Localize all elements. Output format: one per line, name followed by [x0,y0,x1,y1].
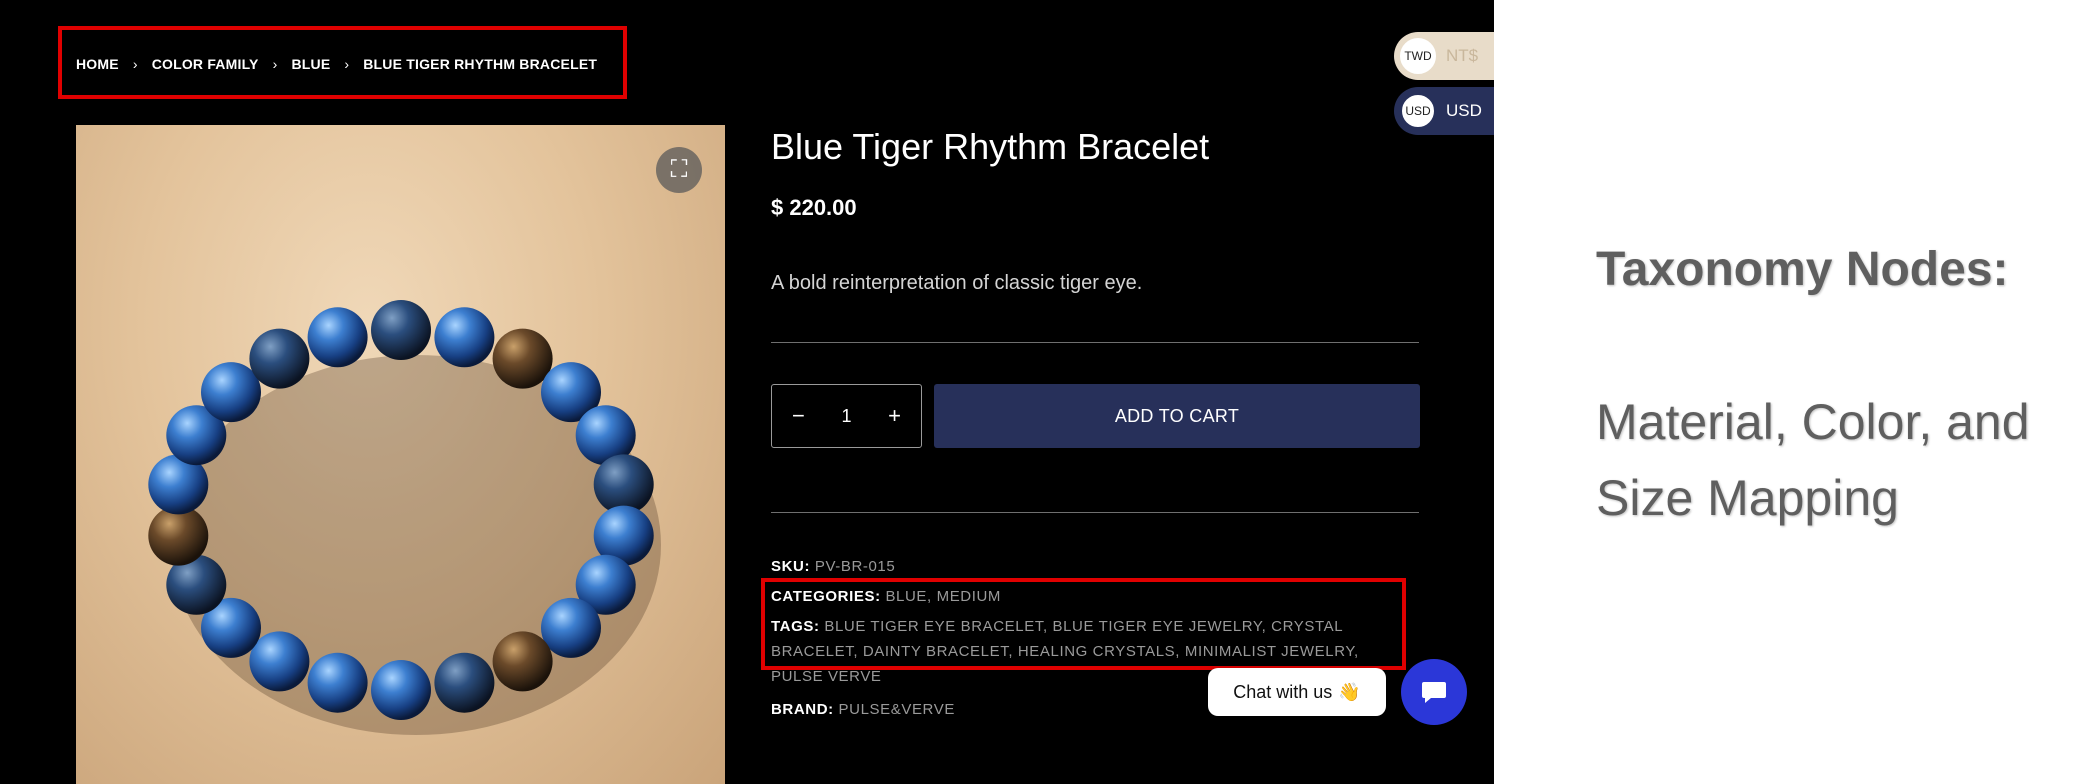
tag-link[interactable]: PULSE VERVE [771,668,882,685]
product-description: A bold reinterpretation of classic tiger… [771,272,1143,294]
bead [492,328,553,389]
sku-label: SKU: [771,558,811,575]
chat-label: Chat with us [1233,681,1333,702]
currency-option-twd[interactable]: TWD NT$ [1394,32,1494,80]
sku-value: PV-BR-015 [814,558,896,575]
storefront-page: HOME › COLOR FAMILY › BLUE › BLUE TIGER … [0,0,1494,784]
annotation-line-1: Material, Color, and [1596,394,2030,450]
bead [249,631,310,692]
annotation-line-2: Size Mapping [1596,470,1899,526]
chat-with-us-button[interactable]: Chat with us 👋 [1208,668,1386,716]
bead [434,652,495,713]
currency-option-usd[interactable]: USD USD [1394,87,1494,135]
divider [771,342,1419,343]
brand-label: BRAND: [771,701,834,718]
breadcrumb-highlight-box [58,26,627,99]
annotation-heading: Taxonomy Nodes: [1596,243,2009,296]
chat-bubble-button[interactable] [1401,659,1467,725]
bead [148,505,209,566]
bead [593,454,654,515]
fullscreen-icon[interactable]: ⛶ [656,147,702,193]
bead [307,652,368,713]
product-title: Blue Tiger Rhythm Bracelet [771,126,1210,167]
divider [771,512,1419,513]
quantity-value[interactable]: 1 [841,406,851,427]
bead [541,597,601,658]
taxonomy-highlight-box [761,578,1406,670]
minus-icon[interactable]: − [792,403,805,429]
currency-code: USD [1446,101,1482,120]
brand-value[interactable]: PULSE&VERVE [839,701,955,718]
add-to-cart-button[interactable]: ADD TO CART [934,384,1420,448]
chat-icon [1422,682,1446,703]
currency-badge: USD [1400,93,1436,129]
bead [434,307,495,368]
brand-row: BRAND: PULSE&VERVE [771,697,955,722]
currency-badge: TWD [1400,38,1436,74]
quantity-stepper[interactable]: − 1 + [771,384,922,448]
product-price: $ 220.00 [771,195,857,220]
bead [307,307,368,368]
product-image[interactable]: ⛶ [76,125,725,784]
plus-icon[interactable]: + [888,403,901,429]
bead [371,300,431,360]
bead [201,362,261,423]
currency-code: NT$ [1446,46,1479,65]
bead [371,660,431,720]
annotation-panel: Taxonomy Nodes: Material, Color, and Siz… [1596,232,2030,536]
waving-hand-icon: 👋 [1338,681,1361,702]
bead [492,631,553,692]
sku-row: SKU: PV-BR-015 [771,554,895,579]
bead [249,328,310,389]
bracelet-image [148,300,661,735]
